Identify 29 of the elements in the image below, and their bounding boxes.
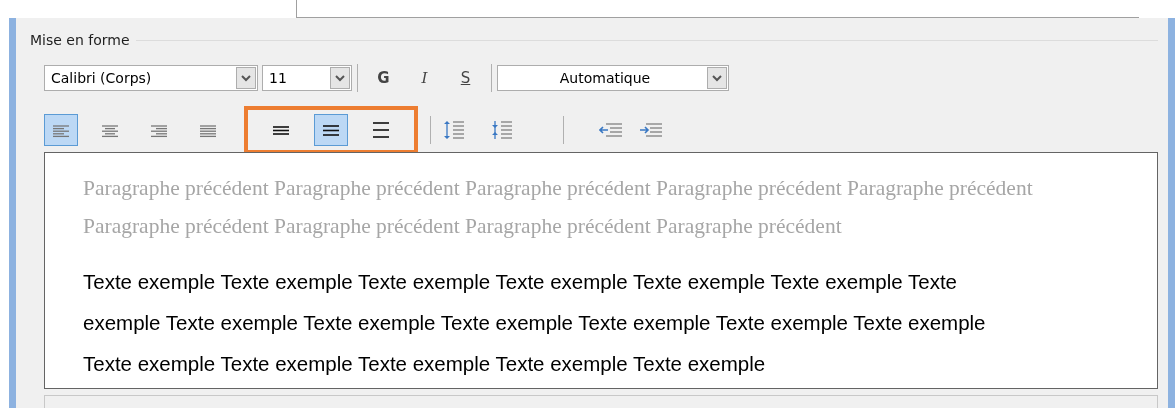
preview-text: Paragraphe précédent Paragraphe précédent Paragraphe précédent Paragraphe précédent bbox=[83, 213, 842, 240]
align-justify-icon bbox=[199, 122, 217, 138]
underline-button[interactable]: S bbox=[445, 65, 486, 91]
sample-text: Texte exemple Texte exemple Texte exemple Texte exemple Texte exemple Texte exemple Texte bbox=[83, 269, 958, 295]
align-right-icon bbox=[150, 122, 168, 138]
chevron-down-icon bbox=[241, 74, 251, 82]
line-spacing-icon bbox=[272, 124, 290, 136]
line-spacing-button[interactable] bbox=[314, 114, 348, 146]
font-dropdown[interactable]: Calibri (Corps) bbox=[44, 65, 258, 91]
align-center-icon bbox=[101, 122, 119, 138]
color-dropdown[interactable]: Automatique bbox=[497, 65, 729, 91]
paragraph-spacing-icon bbox=[491, 120, 513, 140]
sample-text: Texte exemple Texte exemple Texte exemple Texte exemple Texte exemple bbox=[83, 351, 766, 377]
section-title: Mise en forme bbox=[30, 32, 130, 48]
indent-increase-icon bbox=[639, 122, 663, 138]
chevron-down-icon bbox=[712, 74, 722, 82]
chevron-down-icon bbox=[335, 74, 345, 82]
align-button[interactable] bbox=[44, 114, 78, 146]
line-spacing-icon bbox=[322, 123, 340, 137]
italic-button[interactable]: I bbox=[404, 65, 445, 91]
preview-text: Paragraphe précédent Paragraphe précédent Paragraphe précédent Paragraphe précédent Paragraphe précédent bbox=[83, 175, 1033, 202]
paragraph-spacing-icon bbox=[443, 120, 465, 140]
size-dropdown[interactable]: 11 bbox=[262, 65, 352, 91]
sample-text: exemple Texte exemple Texte exemple Texte exemple Texte exemple Texte exemple Texte exemple bbox=[83, 310, 986, 336]
indent-decrease-icon bbox=[599, 122, 623, 138]
text-field[interactable] bbox=[296, 0, 1139, 18]
align-left-icon bbox=[52, 122, 70, 138]
line-spacing-icon bbox=[372, 121, 390, 139]
bold-button[interactable]: G bbox=[363, 65, 404, 91]
